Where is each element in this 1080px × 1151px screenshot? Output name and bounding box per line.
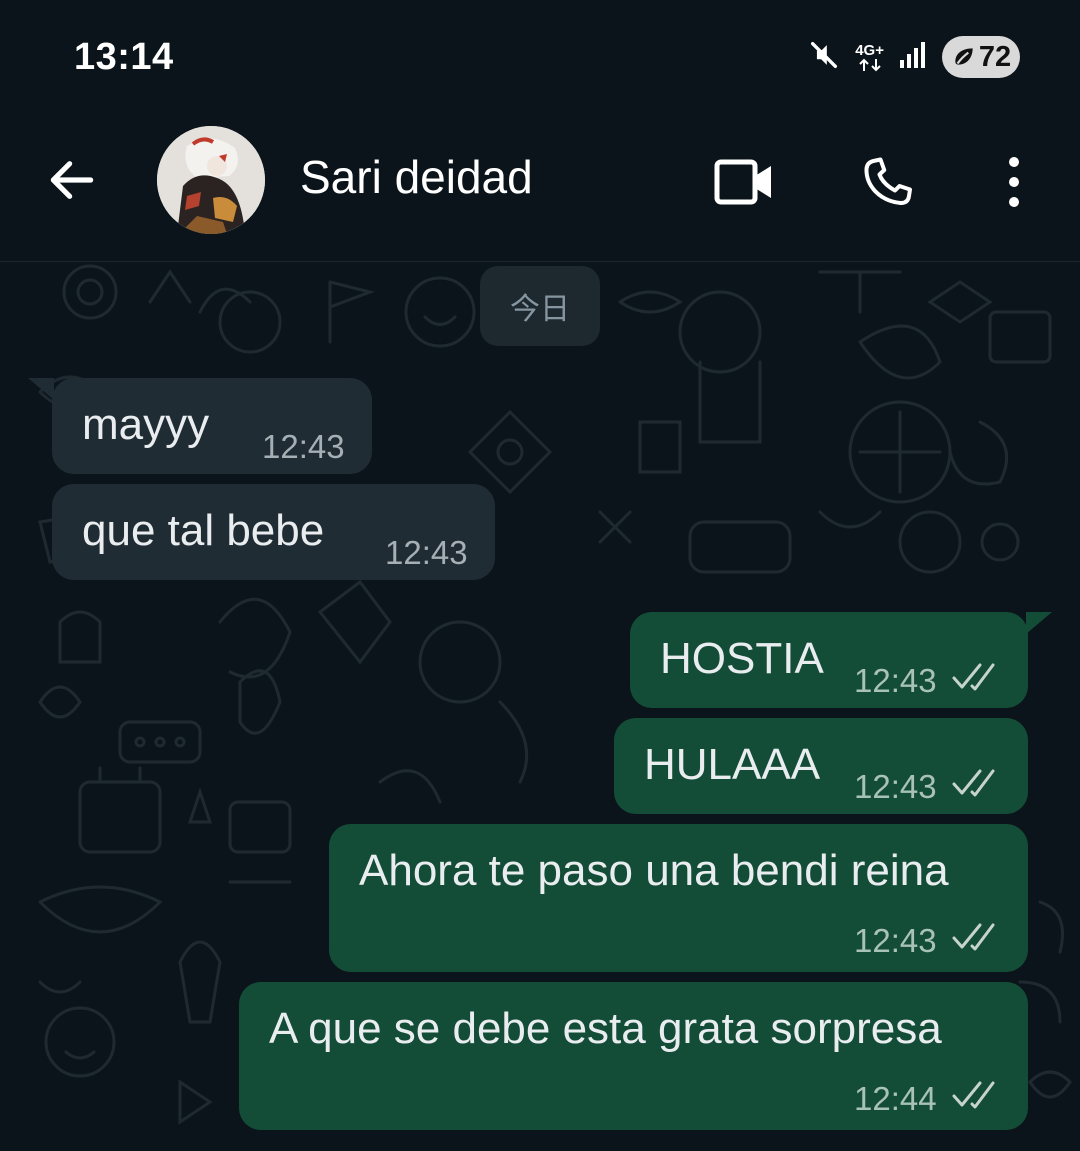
read-receipt-icon [952,1081,995,1109]
contact-name[interactable]: Sari deidad [300,150,533,204]
message-bubble-outgoing[interactable]: A que se debe esta grata sorpresa 12:44 [239,982,1028,1130]
message-text: A que se debe esta grata sorpresa [269,1004,942,1053]
back-arrow-icon [50,161,94,199]
message-time: 12:43 [854,922,937,959]
video-call-button[interactable] [707,146,779,218]
network-label: 4G+ [855,41,884,59]
battery-indicator: 72 [942,36,1020,78]
message-bubble-outgoing[interactable]: HOSTIA 12:43 [630,612,1052,708]
more-vert-icon [1009,157,1019,207]
status-icons: 4G+ 72 [807,34,1020,80]
chat-screen: 13:14 4G+ 72 Sari deidad 今日 mayyy 12:43 … [0,0,1080,1151]
message-text: mayyy [82,400,210,449]
read-receipt-icon [952,923,995,951]
avatar-image [157,126,265,234]
message-text: HOSTIA [660,634,824,683]
avatar[interactable] [157,126,265,234]
signal-icon [898,40,928,75]
bubble-tail [28,378,54,400]
bubble-tail [1026,612,1052,634]
chat-header: Sari deidad [0,118,1080,262]
message-text: que tal bebe [82,506,325,555]
network-indicator: 4G+ [855,43,884,72]
message-time: 12:43 [854,768,937,805]
back-button[interactable] [40,148,104,212]
read-receipt-icon [952,663,995,691]
phone-icon [864,157,912,205]
video-camera-icon [714,159,771,205]
message-time: 12:43 [385,534,468,571]
message-time: 12:43 [262,428,345,465]
message-list[interactable]: 今日 mayyy 12:43 que tal bebe 12:43 HOSTIA… [0,262,1080,1151]
status-bar: 13:14 4G+ 72 [0,0,1080,118]
date-separator: 今日 [480,266,600,346]
message-bubble-outgoing[interactable]: Ahora te paso una bendi reina 12:43 [329,824,1028,972]
message-bubble-incoming[interactable]: que tal bebe 12:43 [52,484,495,580]
message-time: 12:44 [854,1080,937,1117]
battery-level: 72 [978,40,1012,73]
message-text: HULAAA [644,740,821,789]
message-text: Ahora te paso una bendi reina [359,846,949,895]
voice-call-button[interactable] [852,146,924,218]
message-bubble-incoming[interactable]: mayyy 12:43 [28,378,372,474]
more-options-button[interactable] [978,146,1050,218]
message-bubble-outgoing[interactable]: HULAAA 12:43 [614,718,1028,814]
status-time: 13:14 [74,36,174,78]
data-arrows-icon [858,58,881,71]
read-receipt-icon [952,769,995,797]
battery-saver-icon [955,48,973,65]
mute-icon [807,38,841,77]
message-time: 12:43 [854,662,937,699]
